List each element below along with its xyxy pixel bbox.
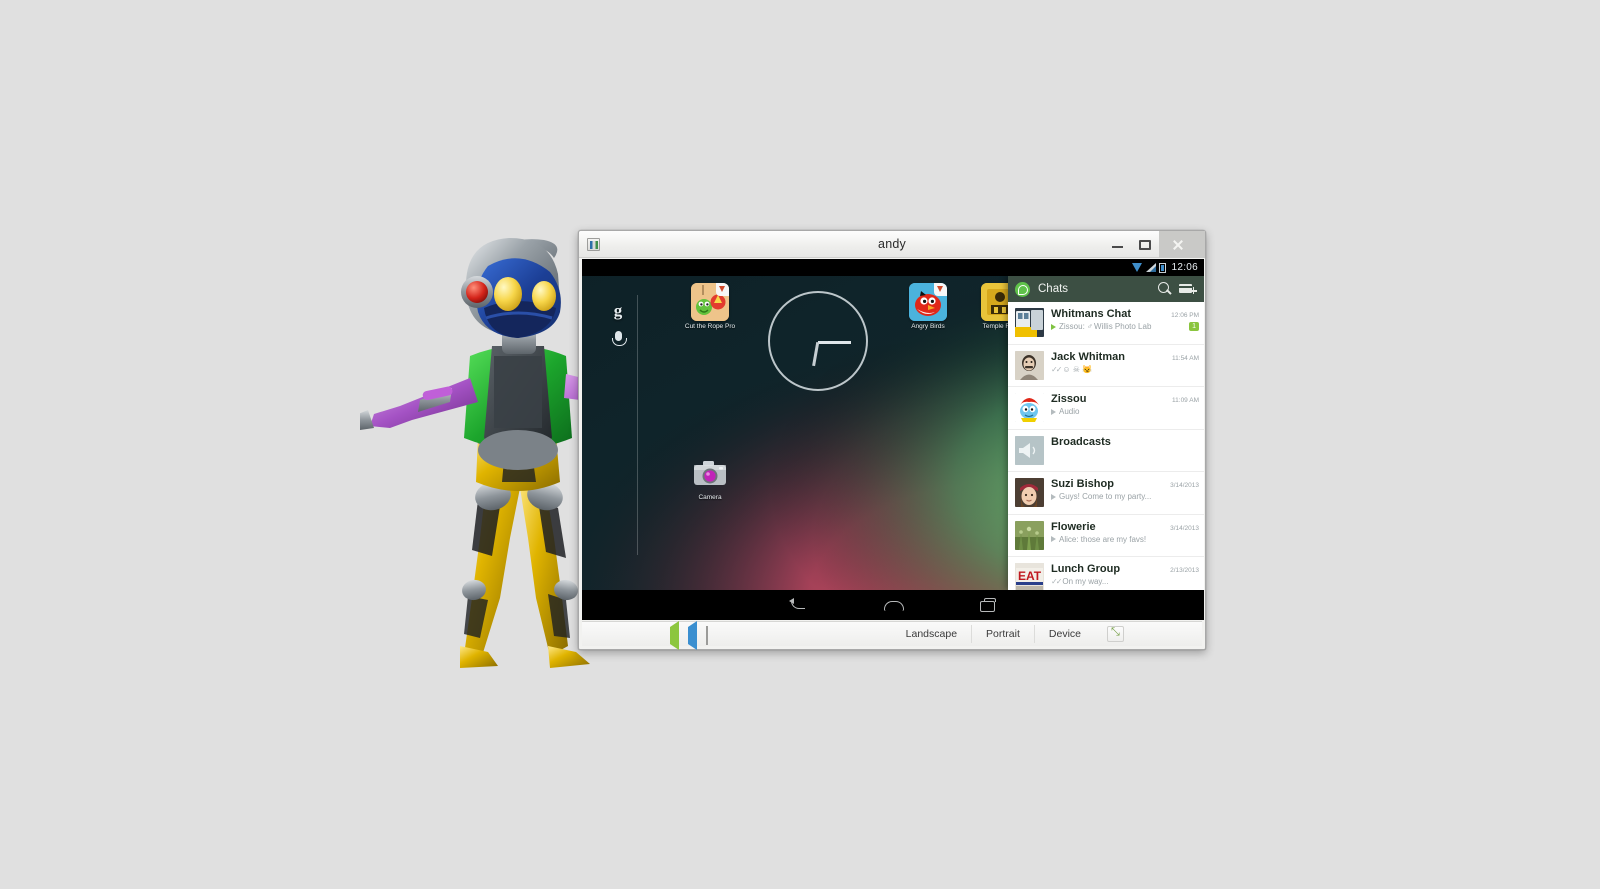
chat-name: Zissou <box>1051 393 1087 405</box>
maximize-button[interactable] <box>1131 231 1159 258</box>
chat-time: 3/14/2013 <box>1170 482 1199 489</box>
avatar <box>1015 393 1044 422</box>
microphone-icon[interactable] <box>611 331 627 346</box>
toolbar-right-buttons: Landscape Portrait Device <box>892 625 1124 643</box>
chat-name: Jack Whitman <box>1051 350 1125 363</box>
chat-name: Whitmans Chat <box>1051 308 1132 320</box>
play-icon <box>1051 493 1056 500</box>
search-icon[interactable] <box>1155 279 1175 299</box>
home-button[interactable] <box>882 597 904 613</box>
chat-message: Alice: those are my favs! <box>1059 534 1147 544</box>
window-titlebar[interactable]: andy <box>579 231 1205 258</box>
chat-message: Audio <box>1059 407 1080 416</box>
avatar: EAT <box>1015 563 1044 590</box>
android-screen[interactable]: 12:06 g Cut the Rope Pro Angry Birds Tem… <box>582 259 1204 620</box>
google-g-logo: g <box>613 301 623 320</box>
portrait-button[interactable]: Portrait <box>971 625 1034 643</box>
avatar <box>1015 308 1044 337</box>
widget-divider <box>637 295 638 555</box>
app-label: Camera <box>698 494 722 501</box>
chat-name: Lunch Group <box>1051 563 1121 575</box>
chat-time: 12:06 PM <box>1171 312 1199 319</box>
unread-badge: 1 <box>1189 322 1199 331</box>
chat-name: Broadcasts <box>1051 435 1111 448</box>
avatar <box>1015 350 1044 380</box>
whatsapp-title: Chats <box>1038 283 1069 295</box>
chat-message: Zissou: ♂Willis Photo Lab <box>1059 322 1152 331</box>
chat-list-item[interactable]: Broadcasts <box>1008 430 1204 472</box>
chat-list-item[interactable]: Flowerie 3/14/2013 Alice: those are my f… <box>1008 515 1204 557</box>
avatar <box>1015 478 1044 507</box>
emulator-toolbar: Landscape Portrait Device <box>582 620 1202 650</box>
chat-message: ☺ ☠ 😼 <box>1062 364 1093 374</box>
status-clock: 12:06 <box>1171 262 1198 273</box>
chat-list[interactable]: Whitmans Chat 12:06 PM Zissou: ♂Willis P… <box>1008 302 1204 590</box>
read-ticks: ✓✓ <box>1051 577 1062 586</box>
whatsapp-header: Chats <box>1008 276 1204 302</box>
screenshot-icon[interactable] <box>706 625 721 645</box>
chat-name: Suzi Bishop <box>1051 478 1114 490</box>
app-window-icon <box>587 238 600 251</box>
play-icon <box>1051 536 1056 542</box>
analog-clock-widget[interactable] <box>768 291 868 391</box>
chat-list-item[interactable]: Zissou 11:09 AM Audio <box>1008 387 1204 430</box>
new-chat-icon[interactable] <box>1177 279 1197 299</box>
whatsapp-panel[interactable]: Chats Whitmans Chat 12:06 PM Zissou: ♂Wi… <box>1008 276 1204 590</box>
location-pin-icon: ♂ <box>1087 322 1094 331</box>
chat-time: 11:54 AM <box>1172 354 1199 362</box>
avatar <box>1015 520 1044 550</box>
chat-message: Guys! Come to my party... <box>1059 492 1152 501</box>
emulator-window: andy 12:06 g Cut the Rope Pro Angry Bird… <box>578 230 1206 650</box>
device-button[interactable]: Device <box>1033 625 1095 643</box>
chat-name: Flowerie <box>1051 520 1096 533</box>
chat-time: 2/13/2013 <box>1170 567 1199 574</box>
screenshot-root: andy 12:06 g Cut the Rope Pro Angry Bird… <box>0 0 1600 889</box>
chat-message: On my way... <box>1062 577 1109 586</box>
battery-icon <box>1159 262 1167 273</box>
chat-list-item[interactable]: Jack Whitman 11:54 AM ✓✓ ☺ ☠ 😼 <box>1008 345 1204 387</box>
read-ticks: ✓✓ <box>1051 364 1062 374</box>
chat-time: 11:09 AM <box>1172 397 1199 404</box>
avatar <box>1015 435 1044 465</box>
play-icon <box>1051 408 1056 415</box>
play-icon <box>1051 323 1056 330</box>
app-icon-angry-birds[interactable]: Angry Birds <box>900 283 956 330</box>
android-status-bar: 12:06 <box>582 259 1204 276</box>
recent-apps-button[interactable] <box>976 597 998 613</box>
google-search-widget[interactable]: g <box>600 301 636 346</box>
wifi-icon <box>1132 263 1143 272</box>
android-nav-bar <box>582 590 1204 620</box>
chat-list-item[interactable]: Suzi Bishop 3/14/2013 Guys! Come to my p… <box>1008 472 1204 515</box>
download-badge <box>934 283 947 296</box>
rotate-left-icon[interactable] <box>670 620 685 650</box>
landscape-button[interactable]: Landscape <box>892 625 971 643</box>
close-button[interactable] <box>1159 231 1205 258</box>
chat-list-item[interactable]: EAT Lunch Group 2/13/2013 ✓✓ On my way..… <box>1008 557 1204 590</box>
signal-icon <box>1146 263 1157 272</box>
rotate-right-icon[interactable] <box>688 620 703 650</box>
app-label: Angry Birds <box>911 323 945 330</box>
svg-text:EAT: EAT <box>1018 569 1042 583</box>
chat-list-item[interactable]: Whitmans Chat 12:06 PM Zissou: ♂Willis P… <box>1008 302 1204 345</box>
app-icon-cut-the-rope[interactable]: Cut the Rope Pro <box>682 283 738 330</box>
fullscreen-icon[interactable] <box>1107 626 1124 642</box>
chat-time: 3/14/2013 <box>1170 524 1199 532</box>
window-controls <box>1103 231 1205 258</box>
minimize-button[interactable] <box>1103 231 1131 258</box>
app-label: Cut the Rope Pro <box>684 323 736 330</box>
download-badge <box>716 283 729 296</box>
whatsapp-logo <box>1015 281 1030 297</box>
back-button[interactable] <box>788 597 810 613</box>
toolbar-left-icons <box>670 620 721 650</box>
app-icon-camera[interactable]: Camera <box>682 454 738 501</box>
